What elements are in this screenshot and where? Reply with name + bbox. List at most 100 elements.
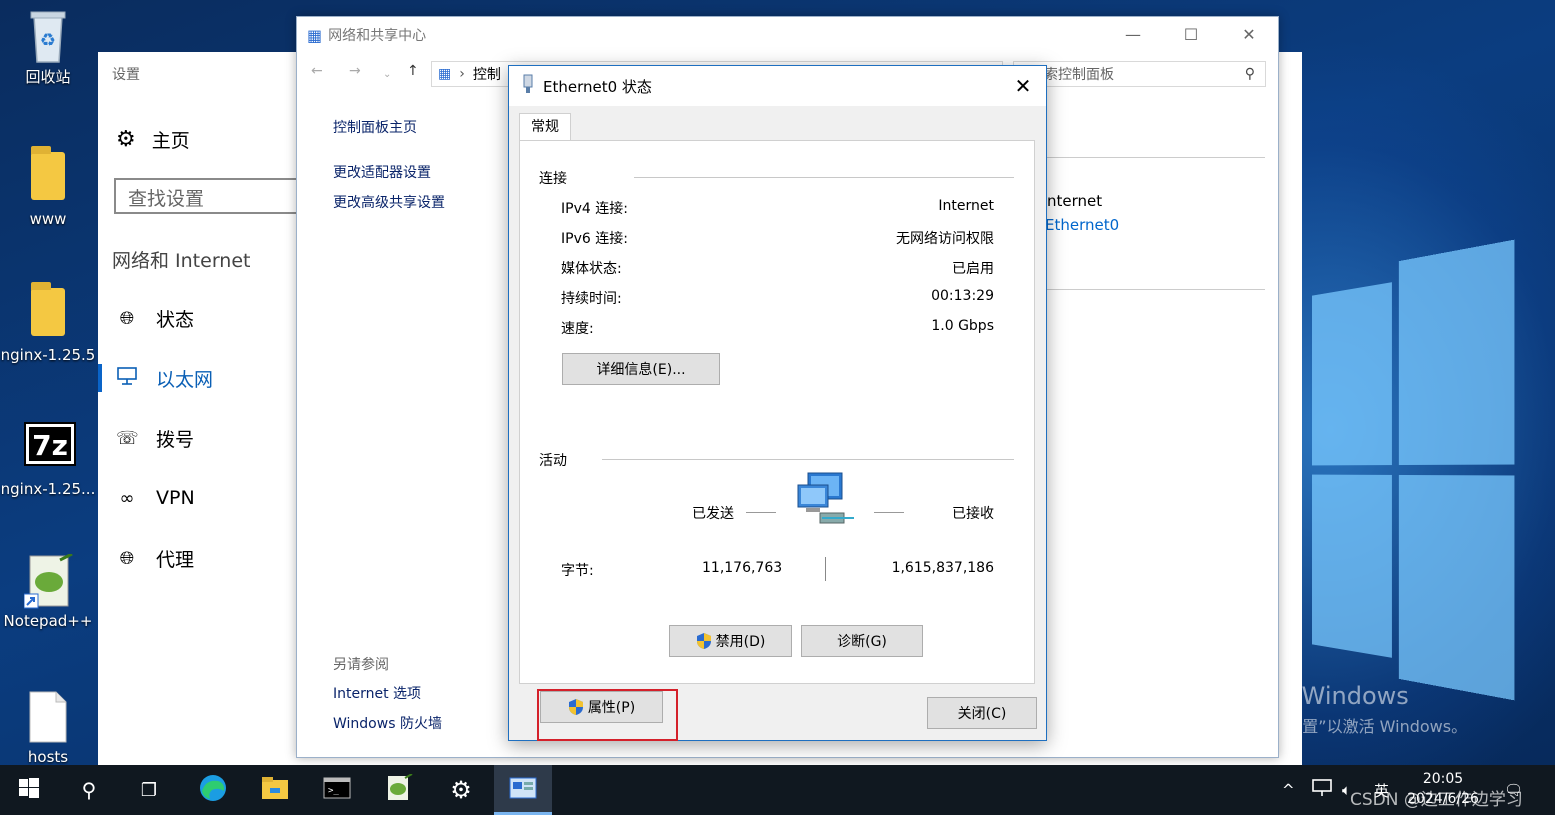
control-panel-home-link[interactable]: 控制面板主页	[333, 117, 417, 137]
desktop-icon-recycle-bin[interactable]: ♻ 回收站	[0, 8, 96, 87]
window-title: 网络和共享中心	[328, 28, 427, 44]
start-button[interactable]	[0, 765, 58, 815]
settings-nav-vpn[interactable]: ∞ VPN	[98, 478, 294, 518]
network-center-icon	[509, 777, 537, 804]
maximize-button[interactable]: ☐	[1162, 17, 1220, 53]
ethernet-status-dialog: Ethernet0 状态 ✕ 常规 连接 IPv4 连接: Internet I…	[508, 65, 1047, 741]
taskbar-notepadpp[interactable]	[370, 765, 428, 815]
change-adapter-settings-link[interactable]: 更改适配器设置	[333, 162, 431, 182]
control-panel-icon: ▦	[438, 66, 452, 82]
desktop-icon-label: hosts	[27, 748, 69, 766]
back-button[interactable]: ←	[311, 63, 323, 89]
settings-nav-label: 代理	[156, 548, 195, 571]
general-tab-panel: 连接 IPv4 连接: Internet IPv6 连接: 无网络访问权限 媒体…	[519, 140, 1035, 741]
properties-button-label: 属性(P)	[587, 700, 636, 716]
taskbar-file-explorer[interactable]	[246, 765, 304, 815]
settings-home-link[interactable]: ⚙ 主页	[116, 126, 190, 153]
duration-value: 00:13:29	[931, 288, 994, 304]
properties-button[interactable]: 属性(P)	[540, 691, 663, 723]
desktop-icon-nginx-folder[interactable]: nginx-1.25.5	[0, 282, 96, 364]
divider	[634, 177, 1014, 178]
windows-firewall-link[interactable]: Windows 防火墙	[333, 713, 442, 733]
desktop-icon-label: nginx-1.25.5	[0, 346, 96, 364]
search-placeholder: 索控制面板	[1044, 67, 1114, 83]
bytes-separator	[825, 557, 826, 581]
received-label: 已接收	[952, 506, 994, 522]
duration-label: 持续时间:	[561, 291, 622, 307]
divider	[602, 459, 1014, 460]
dialup-icon: ☏	[116, 427, 139, 449]
connection-link[interactable]: Ethernet0	[1045, 216, 1119, 234]
network-tray-icon	[1312, 779, 1332, 801]
settings-nav-proxy[interactable]: 🌐︎ 代理	[98, 538, 294, 578]
desktop-icon-notepadpp[interactable]: Notepad++	[0, 552, 96, 630]
dialog-close-icon[interactable]: ✕	[1008, 72, 1038, 100]
proxy-globe-icon: 🌐︎	[119, 547, 135, 569]
network-adapter-icon	[521, 74, 535, 98]
tray-overflow-chevron[interactable]: ^	[1282, 765, 1295, 815]
settings-nav-ethernet[interactable]: 以太网	[98, 358, 294, 398]
gear-icon: ⚙	[116, 127, 136, 152]
disable-button[interactable]: 禁用(D)	[669, 625, 792, 657]
ipv4-value: Internet	[938, 198, 994, 214]
search-icon: ⚲	[1244, 66, 1255, 82]
taskbar-network-center[interactable]	[494, 765, 552, 815]
tab-general[interactable]: 常规	[519, 113, 571, 141]
speed-value: 1.0 Gbps	[931, 318, 994, 334]
settings-nav-label: 拨号	[156, 428, 195, 451]
ethernet-icon	[116, 366, 138, 390]
sent-line	[746, 512, 776, 513]
network-computers-icon	[794, 471, 856, 535]
search-button[interactable]: ⚲	[60, 765, 118, 815]
ipv6-value: 无网络访问权限	[896, 231, 994, 247]
tray-network[interactable]	[1312, 765, 1332, 815]
control-panel-search-input[interactable]: 索控制面板 ⚲	[1013, 61, 1266, 87]
forward-button[interactable]: →	[349, 63, 361, 89]
settings-search-input[interactable]: 查找设置	[114, 178, 314, 214]
up-button[interactable]: ↑	[407, 63, 419, 89]
activity-group-label: 活动	[539, 450, 573, 470]
file-icon	[24, 690, 72, 743]
svg-text:7z: 7z	[32, 429, 68, 462]
divider	[1047, 157, 1265, 158]
recycle-bin-icon: ♻	[24, 8, 72, 63]
disable-button-label: 禁用(D)	[715, 634, 766, 650]
see-also-heading: 另请参阅	[333, 657, 389, 673]
minimize-button[interactable]: —	[1104, 17, 1162, 53]
desktop-icon-label: nginx-1.25...	[0, 480, 96, 498]
close-button[interactable]: ✕	[1220, 17, 1278, 53]
windows-start-icon	[19, 777, 39, 803]
desktop-icon-label: www	[29, 210, 67, 228]
recent-dropdown[interactable]: ⌄	[383, 69, 391, 95]
access-type-value: nternet	[1047, 192, 1103, 210]
folder-icon	[261, 776, 289, 805]
task-view-icon: ❐	[140, 779, 158, 801]
desktop-icon-nginx-archive[interactable]: 7z nginx-1.25...	[0, 422, 96, 498]
settings-nav-status[interactable]: 🌐︎ 状态	[98, 298, 294, 338]
details-button[interactable]: 详细信息(E)...	[562, 353, 720, 385]
change-advanced-sharing-link[interactable]: 更改高级共享设置	[333, 192, 445, 212]
desktop-icon-hosts[interactable]: hosts	[0, 690, 96, 766]
settings-nav-dialup[interactable]: ☏ 拨号	[98, 418, 294, 458]
network-center-icon: ▦	[307, 25, 323, 45]
diagnose-button[interactable]: 诊断(G)	[801, 625, 923, 657]
taskbar-cmd[interactable]: >_	[308, 765, 366, 815]
settings-nav-label: 状态	[156, 308, 195, 331]
close-dialog-button[interactable]: 关闭(C)	[927, 697, 1037, 729]
csdn-watermark: CSDN @边工作边学习	[1350, 790, 1523, 810]
notepadpp-icon	[385, 772, 413, 807]
internet-options-link[interactable]: Internet 选项	[333, 683, 421, 703]
dialog-titlebar[interactable]: Ethernet0 状态	[509, 66, 1046, 106]
edge-icon	[198, 773, 228, 808]
task-view-button[interactable]: ❐	[120, 765, 178, 815]
desktop-icon-www[interactable]: www	[0, 146, 96, 228]
desktop-icon-label: 回收站	[25, 68, 71, 86]
gear-icon: ⚙	[450, 776, 472, 804]
titlebar[interactable]: ▦ 网络和共享中心 — ☐ ✕	[297, 17, 1278, 53]
divider	[1047, 289, 1265, 290]
media-state-value: 已启用	[952, 261, 994, 277]
dialog-title: Ethernet0 状态	[543, 77, 652, 96]
taskbar-edge[interactable]	[184, 765, 242, 815]
taskbar-settings[interactable]: ⚙	[432, 765, 490, 815]
sent-label: 已发送	[692, 506, 734, 522]
